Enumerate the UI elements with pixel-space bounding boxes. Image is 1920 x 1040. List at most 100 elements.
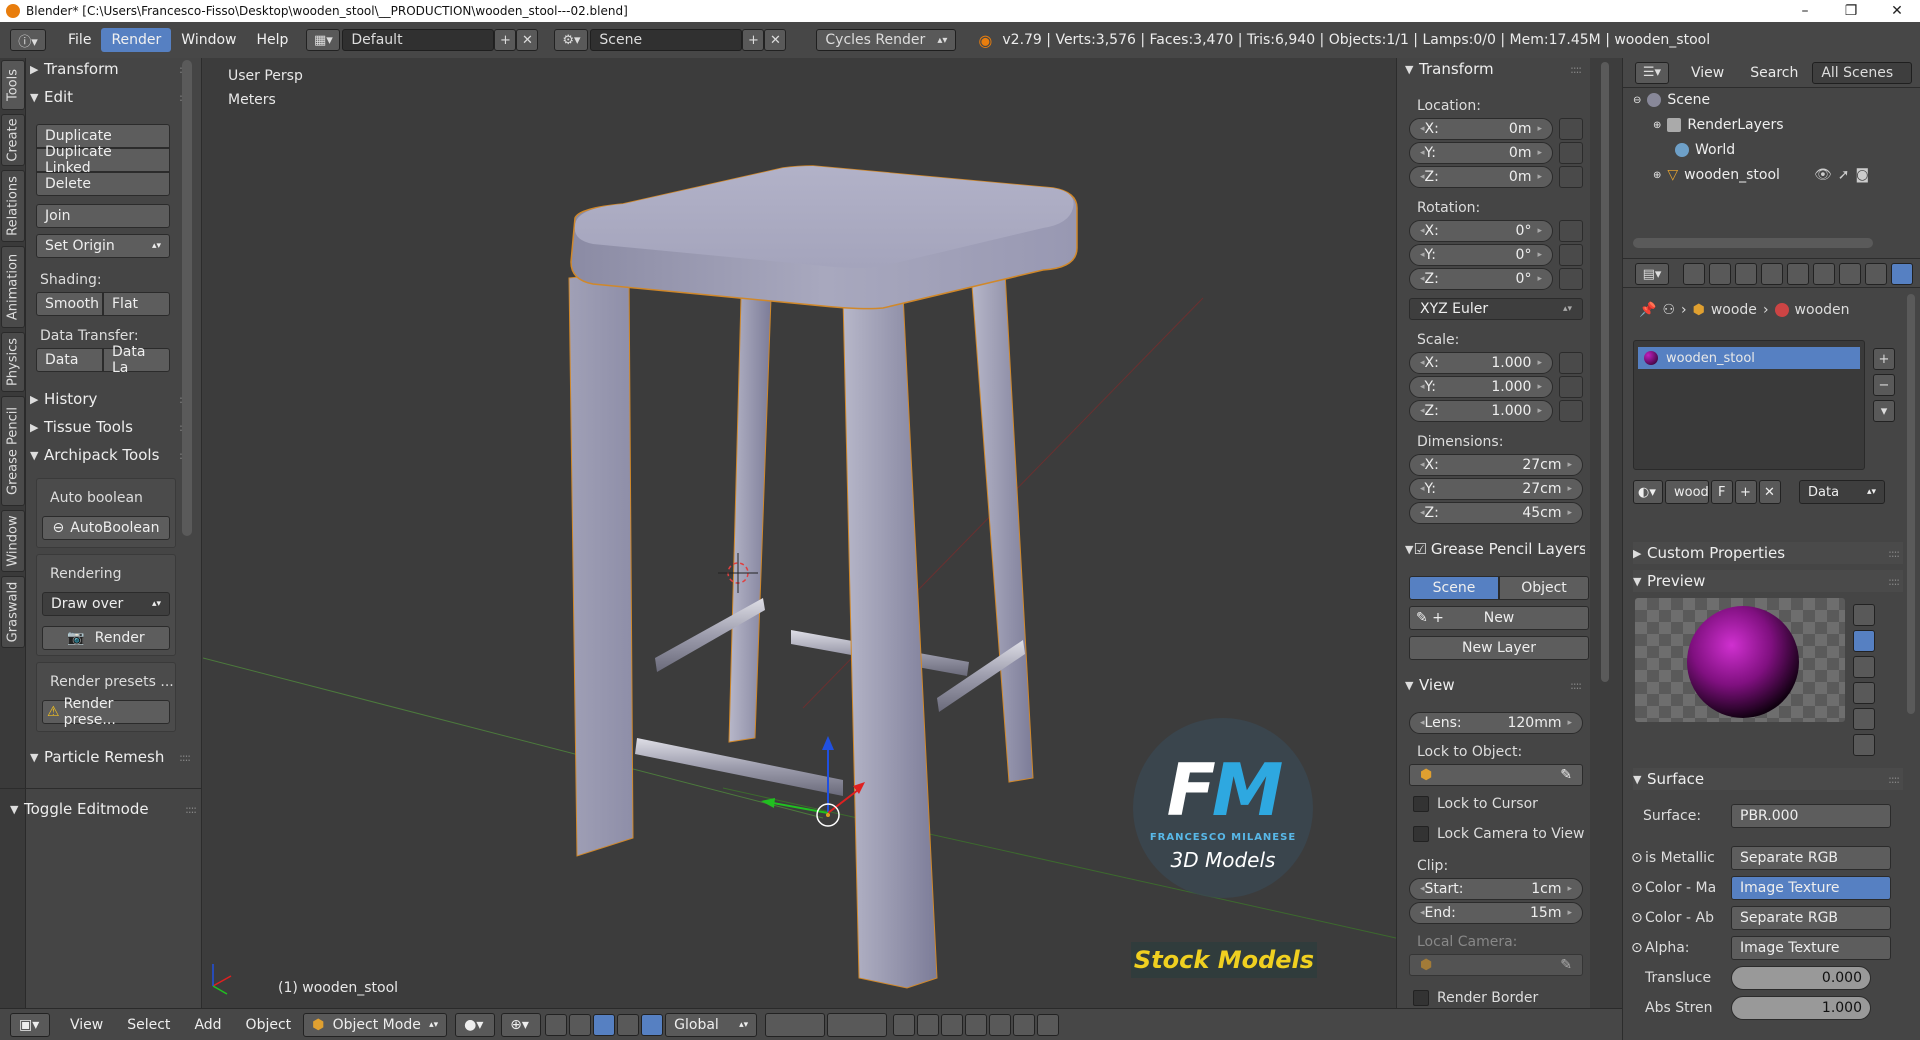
panel-edit-header[interactable]: ▼Edit:::: (30, 86, 194, 108)
gp-scene-toggle[interactable]: Scene (1409, 576, 1499, 600)
world-tab-icon[interactable] (1761, 263, 1783, 285)
lock-location-y-icon[interactable] (1559, 142, 1583, 164)
custom-properties-header[interactable]: ▶ Custom Properties:::: (1633, 542, 1903, 564)
color-ab-value[interactable]: Separate RGB (1731, 906, 1891, 930)
socket-icon[interactable]: ⊙ (1631, 880, 1645, 896)
preview-monkey-icon[interactable] (1853, 682, 1875, 704)
render-presets-button[interactable]: ⚠ Render prese... (42, 696, 170, 728)
delete-button[interactable]: Delete (36, 172, 170, 196)
lock-cursor-checkbox[interactable] (1413, 796, 1429, 812)
surface-shader-value[interactable]: PBR.000 (1731, 804, 1891, 828)
outliner-search-menu[interactable]: Search (1750, 65, 1798, 81)
menu-select[interactable]: Select (115, 1017, 182, 1033)
layers-grid-1[interactable] (765, 1012, 826, 1037)
abs-strength-value[interactable]: 1.000 (1731, 996, 1871, 1020)
eyedropper-icon[interactable]: ✎ (1560, 957, 1572, 973)
grease-pencil-checkbox-icon[interactable]: ☑ (1413, 540, 1426, 558)
lock-location-z-icon[interactable] (1559, 166, 1583, 188)
snap-toggle-icon[interactable] (941, 1013, 964, 1036)
properties-scrollbar[interactable] (1907, 294, 1915, 714)
preview-header[interactable]: ▼ Preview:::: (1633, 570, 1903, 592)
render-tab-icon[interactable] (1683, 263, 1705, 285)
is-metallic-value[interactable]: Separate RGB (1731, 846, 1891, 870)
outliner-view-menu[interactable]: View (1691, 65, 1724, 81)
add-layout-button[interactable]: + (494, 29, 517, 51)
modifiers-tab-icon[interactable] (1839, 263, 1861, 285)
gp-object-toggle[interactable]: Object (1499, 576, 1589, 600)
socket-icon[interactable]: ⊙ (1631, 850, 1645, 866)
material-name-field[interactable]: wood (1665, 480, 1709, 504)
location-z-field[interactable]: ◂ Z: 0m ▸ (1409, 166, 1553, 188)
layout-grid-icon[interactable]: ▦▾ (306, 29, 341, 51)
unlink-material-button[interactable]: ✕ (1759, 480, 1781, 504)
shade-flat-button[interactable]: Flat (103, 292, 170, 316)
material-slot-list[interactable]: wooden_stool (1633, 340, 1865, 470)
tab-create[interactable]: Create (1, 114, 25, 166)
tab-animation[interactable]: Animation (1, 246, 25, 328)
add-scene-button[interactable]: + (742, 29, 765, 51)
socket-icon[interactable]: ⊙ (1631, 940, 1645, 956)
panel-history-header[interactable]: ▶History:::: (30, 388, 194, 410)
add-material-slot-button[interactable]: + (1873, 348, 1895, 370)
select-cursor-icon[interactable]: ➚ (1838, 167, 1850, 183)
lock-scale-y-icon[interactable] (1559, 376, 1583, 398)
lock-object-field[interactable]: ⬢ ✎ (1409, 764, 1583, 786)
close-button[interactable]: ✕ (1874, 0, 1920, 22)
menu-view[interactable]: View (58, 1017, 115, 1033)
draw-over-select[interactable]: Draw over ▴▾ (42, 592, 170, 616)
join-button[interactable]: Join (36, 204, 170, 228)
set-origin-button[interactable]: Set Origin ▴▾ (36, 234, 170, 258)
tab-tools[interactable]: Tools (1, 60, 25, 110)
proportional-edit-icon[interactable] (917, 1013, 940, 1036)
n-grease-pencil-header[interactable]: ▼ ☑ Grease Pencil Layers (1405, 538, 1585, 560)
panel-toggle-editmode-header[interactable]: ▼ Toggle Editmode:::: (10, 798, 200, 820)
n-panel-scrollbar[interactable] (1601, 62, 1609, 682)
auto-boolean-button[interactable]: ⊖ AutoBoolean (42, 516, 170, 540)
lock-scale-z-icon[interactable] (1559, 400, 1583, 422)
tab-window[interactable]: Window (1, 510, 25, 572)
surface-header[interactable]: ▼ Surface:::: (1633, 768, 1903, 790)
scene-icon[interactable]: ⚙▾ (554, 29, 589, 51)
scene-select[interactable]: Scene (590, 29, 743, 51)
visibility-eye-icon[interactable]: 👁 (1814, 167, 1832, 183)
menu-render[interactable]: Render (101, 28, 172, 52)
eyedropper-icon[interactable]: ✎ (1560, 767, 1572, 783)
clip-start-field[interactable]: ◂ Start: 1cm ▸ (1409, 878, 1583, 900)
outliner-h-scrollbar[interactable] (1633, 238, 1873, 248)
render-camera-icon[interactable]: ◙ (1855, 167, 1869, 183)
outliner-item-scene[interactable]: ⊖ Scene (1633, 92, 1710, 108)
lock-rotation-z-icon[interactable] (1559, 268, 1583, 290)
rotation-x-field[interactable]: ◂ X: 0° ▸ (1409, 220, 1553, 242)
panel-transform-header[interactable]: ▶Transform:::: (30, 58, 194, 80)
new-material-button[interactable]: + (1735, 480, 1757, 504)
menu-add[interactable]: Add (182, 1017, 233, 1033)
dimensions-x-field[interactable]: ◂ X: 27cm ▸ (1409, 454, 1583, 476)
opengl-render-icon[interactable] (1013, 1013, 1036, 1036)
translucency-value[interactable]: 0.000 (1731, 966, 1871, 990)
preview-hair-icon[interactable] (1853, 708, 1875, 730)
constraints-tab-icon[interactable] (1813, 263, 1835, 285)
n-view-header[interactable]: ▼ View:::: (1405, 674, 1585, 696)
editor-type-info-icon[interactable]: ⓘ▾ (10, 29, 46, 51)
material-specials-button[interactable]: ▾ (1873, 400, 1895, 422)
outliner-item-renderlayers[interactable]: ⊕ RenderLayers (1653, 117, 1784, 133)
rotation-z-field[interactable]: ◂ Z: 0° ▸ (1409, 268, 1553, 290)
mode-select[interactable]: ⬢ Object Mode ▴▾ (303, 1012, 448, 1037)
material-tab-icon[interactable] (1891, 263, 1913, 285)
n-transform-header[interactable]: ▼ Transform:::: (1405, 58, 1585, 80)
clip-end-field[interactable]: ◂ End: 15m ▸ (1409, 902, 1583, 924)
panel-archipack-header[interactable]: ▼Archipack Tools:::: (30, 444, 194, 466)
gp-new-button[interactable]: ✎ + New (1409, 606, 1589, 630)
manipulator-toggle-icon[interactable] (545, 1013, 568, 1036)
location-x-field[interactable]: ◂ X: 0m ▸ (1409, 118, 1553, 140)
location-y-field[interactable]: ◂ Y: 0m ▸ (1409, 142, 1553, 164)
transform-orientation-icon[interactable] (641, 1013, 664, 1036)
render-border-checkbox[interactable] (1413, 990, 1429, 1006)
tab-graswald[interactable]: Graswald (1, 576, 25, 648)
layers-grid-2[interactable] (827, 1012, 888, 1037)
alpha-value[interactable]: Image Texture (1731, 936, 1891, 960)
data-layout-button[interactable]: Data La (103, 344, 170, 376)
menu-object[interactable]: Object (234, 1017, 304, 1033)
color-ma-value[interactable]: Image Texture (1731, 876, 1891, 900)
panel-particle-remesh-header[interactable]: ▼ Particle Remesh:::: (30, 746, 194, 768)
